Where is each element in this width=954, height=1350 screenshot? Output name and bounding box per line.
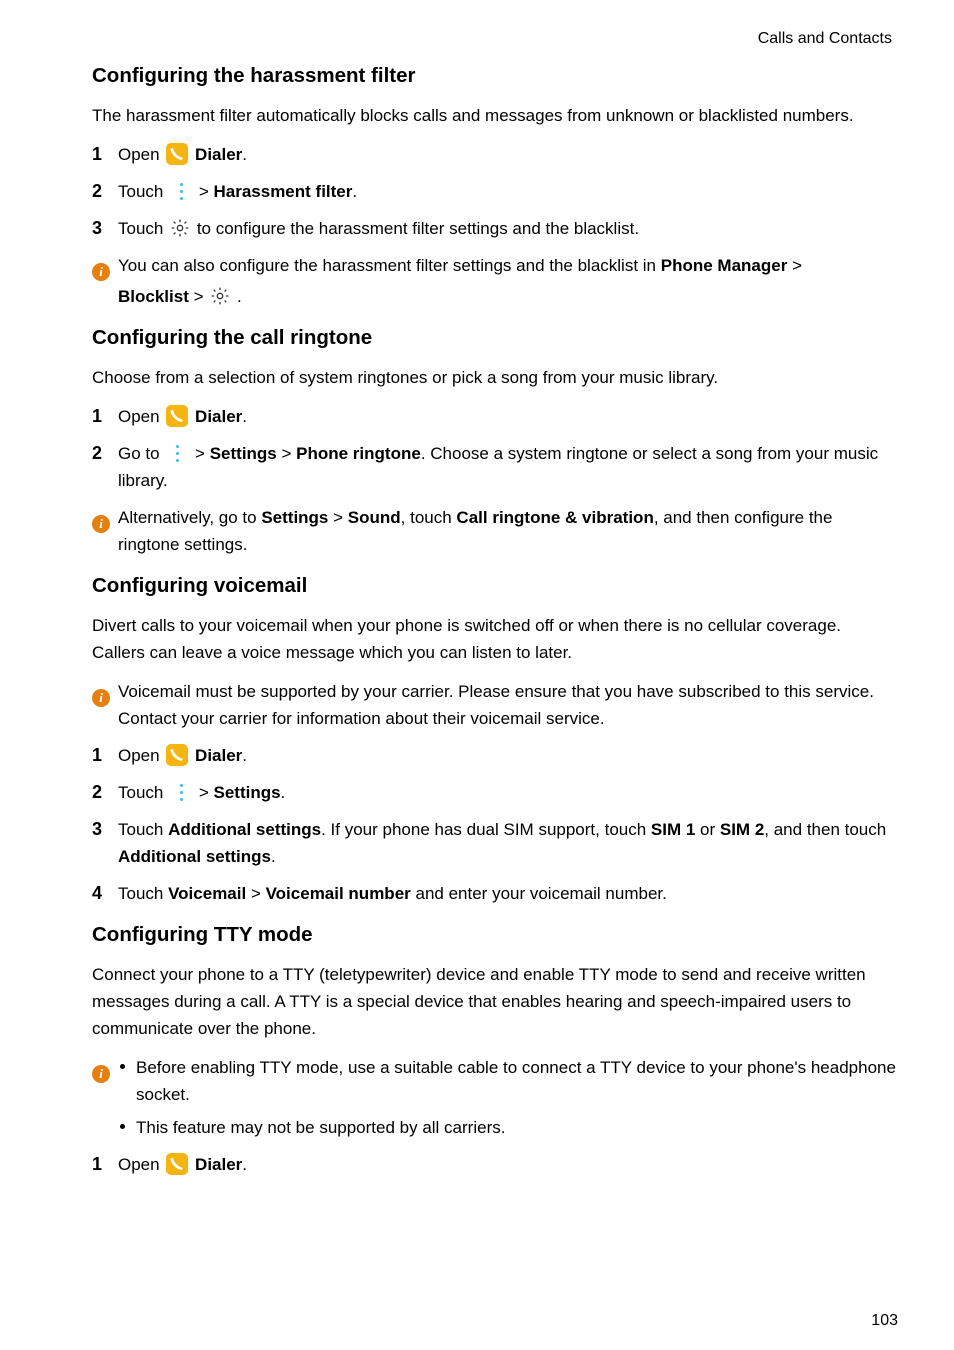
step-text: Open bbox=[118, 407, 164, 426]
note-text: Alternatively, go to bbox=[118, 508, 261, 527]
step-item: 1 Open Dialer. bbox=[92, 403, 898, 430]
note-sep: > bbox=[787, 256, 802, 275]
tty-mode-intro: Connect your phone to a TTY (teletypewri… bbox=[92, 961, 898, 1042]
step-item: 4 Touch Voicemail > Voicemail number and… bbox=[92, 880, 898, 907]
sim2-label: SIM 2 bbox=[720, 820, 764, 839]
step-text-end: . bbox=[242, 746, 247, 765]
blocklist-label: Blocklist bbox=[118, 287, 189, 306]
info-icon: i bbox=[92, 689, 110, 707]
step-item: 1 Open Dialer. bbox=[92, 1151, 898, 1178]
voicemail-number-label: Voicemail number bbox=[266, 884, 411, 903]
sound-label: Sound bbox=[348, 508, 401, 527]
step-text-end: . bbox=[281, 783, 286, 802]
dialer-icon bbox=[166, 744, 188, 766]
step-text: Open bbox=[118, 1155, 164, 1174]
dialer-icon bbox=[166, 1153, 188, 1175]
step-item: 3 Touch Additional settings. If your pho… bbox=[92, 816, 898, 870]
dialer-label: Dialer bbox=[195, 145, 242, 164]
harassment-filter-intro: The harassment filter automatically bloc… bbox=[92, 102, 898, 129]
more-icon bbox=[171, 180, 191, 202]
step-item: 2 Touch > Harassment filter. bbox=[92, 178, 898, 205]
more-icon bbox=[171, 781, 191, 803]
step-item: 1 Open Dialer. bbox=[92, 742, 898, 769]
note-text: Voicemail must be supported by your carr… bbox=[118, 682, 874, 728]
dialer-label: Dialer bbox=[195, 746, 242, 765]
additional-settings-label: Additional settings bbox=[118, 847, 271, 866]
step-text-end: . bbox=[271, 847, 276, 866]
voicemail-intro: Divert calls to your voicemail when your… bbox=[92, 612, 898, 666]
page-header: Calls and Contacts bbox=[92, 30, 898, 48]
phone-ringtone-label: Phone ringtone bbox=[296, 444, 421, 463]
phone-manager-label: Phone Manager bbox=[661, 256, 788, 275]
sim1-label: SIM 1 bbox=[651, 820, 695, 839]
list-item: This feature may not be supported by all… bbox=[118, 1114, 898, 1141]
dialer-icon bbox=[166, 405, 188, 427]
step-text: . If your phone has dual SIM support, to… bbox=[321, 820, 651, 839]
call-ringtone-intro: Choose from a selection of system ringto… bbox=[92, 364, 898, 391]
step-text: Touch bbox=[118, 884, 168, 903]
settings-label: Settings bbox=[213, 783, 280, 802]
step-text: Touch bbox=[118, 219, 168, 238]
step-item: 2 Go to > Settings > Phone ringtone. Cho… bbox=[92, 440, 898, 494]
additional-settings-label: Additional settings bbox=[168, 820, 321, 839]
info-icon: i bbox=[92, 263, 110, 281]
info-note: i Alternatively, go to Settings > Sound,… bbox=[92, 504, 898, 558]
settings-label: Settings bbox=[210, 444, 277, 463]
call-ringtone-vibration-label: Call ringtone & vibration bbox=[456, 508, 653, 527]
note-end: . bbox=[232, 287, 241, 306]
page-number: 103 bbox=[871, 1312, 898, 1330]
dialer-icon bbox=[166, 143, 188, 165]
step-text-end: . bbox=[242, 407, 247, 426]
step-text: Touch bbox=[118, 182, 168, 201]
info-icon: i bbox=[92, 515, 110, 533]
info-note: i Before enabling TTY mode, use a suitab… bbox=[92, 1054, 898, 1141]
gear-icon bbox=[170, 218, 190, 238]
dialer-label: Dialer bbox=[195, 407, 242, 426]
voicemail-heading: Configuring voicemail bbox=[92, 574, 898, 598]
step-sep: > bbox=[277, 444, 296, 463]
settings-label: Settings bbox=[261, 508, 328, 527]
step-text: to configure the harassment filter setti… bbox=[197, 219, 639, 238]
step-text: Touch bbox=[118, 820, 168, 839]
info-note: i Voicemail must be supported by your ca… bbox=[92, 678, 898, 732]
step-text: , and then touch bbox=[764, 820, 886, 839]
step-text: and enter your voicemail number. bbox=[411, 884, 667, 903]
step-text-end: . bbox=[242, 1155, 247, 1174]
step-text: > bbox=[199, 783, 214, 802]
voicemail-label: Voicemail bbox=[168, 884, 246, 903]
dialer-label: Dialer bbox=[195, 1155, 242, 1174]
gear-icon bbox=[210, 286, 230, 306]
step-text-end: . bbox=[242, 145, 247, 164]
note-sep: > bbox=[189, 287, 208, 306]
step-text: Go to bbox=[118, 444, 164, 463]
note-text: , touch bbox=[401, 508, 457, 527]
info-icon: i bbox=[92, 1065, 110, 1083]
step-text: Open bbox=[118, 145, 164, 164]
step-item: 1 Open Dialer. bbox=[92, 141, 898, 168]
step-text: Open bbox=[118, 746, 164, 765]
step-text: Touch bbox=[118, 783, 168, 802]
info-note: i You can also configure the harassment … bbox=[92, 252, 898, 310]
harassment-filter-label: Harassment filter bbox=[213, 182, 352, 201]
more-icon bbox=[167, 442, 187, 464]
note-text: You can also configure the harassment fi… bbox=[118, 256, 661, 275]
step-text: > bbox=[195, 444, 210, 463]
step-text-end: . bbox=[352, 182, 357, 201]
step-text: > bbox=[199, 182, 214, 201]
step-text: or bbox=[695, 820, 720, 839]
note-sep: > bbox=[328, 508, 347, 527]
step-item: 2 Touch > Settings. bbox=[92, 779, 898, 806]
list-item: Before enabling TTY mode, use a suitable… bbox=[118, 1054, 898, 1108]
step-sep: > bbox=[246, 884, 265, 903]
harassment-filter-heading: Configuring the harassment filter bbox=[92, 64, 898, 88]
call-ringtone-heading: Configuring the call ringtone bbox=[92, 326, 898, 350]
step-item: 3 Touch to configure the harassment filt… bbox=[92, 215, 898, 242]
tty-mode-heading: Configuring TTY mode bbox=[92, 923, 898, 947]
